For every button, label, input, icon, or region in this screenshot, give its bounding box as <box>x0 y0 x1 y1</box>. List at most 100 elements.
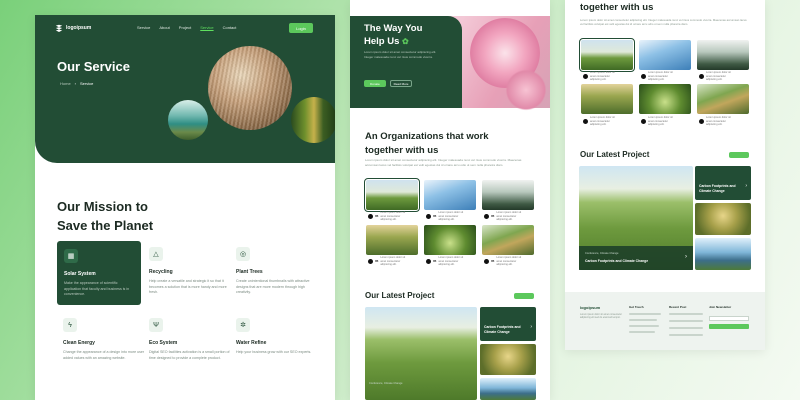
mission-title-line2: Save the Planet <box>57 218 154 233</box>
project-featured-sub: Conference, Climate Change <box>369 382 403 385</box>
project-side-card[interactable]: Carbon Footprints and Climate Change › <box>480 307 536 341</box>
avatar <box>699 118 704 124</box>
org-thumb[interactable] <box>579 38 635 72</box>
hero-title-line1: The Way You <box>364 23 423 34</box>
project-featured-sub: Conference, Climate Change <box>585 252 619 255</box>
org-thumb[interactable] <box>424 180 476 210</box>
project-side-image[interactable] <box>695 203 751 235</box>
service-desc: Digital SEO facilities activation is a s… <box>149 350 230 360</box>
nav-link-contact[interactable]: Contact <box>223 25 237 30</box>
avatar <box>583 73 588 79</box>
hero-title: The Way You Help Us ✿ <box>364 22 422 48</box>
footer-col-recent: Recent Post <box>669 305 687 309</box>
footer-recent-line[interactable] <box>669 313 703 315</box>
project-featured-image[interactable]: Conference, Climate Change Carbon Footpr… <box>579 166 693 270</box>
project-side-title: Carbon Footprints and Climate Change <box>699 184 736 193</box>
donate-button[interactable]: Donate <box>364 80 386 87</box>
org-thumb[interactable] <box>482 225 534 255</box>
organizations-page-panel: together with us Lorem ipsum dolor sit a… <box>565 0 765 350</box>
newsletter-email-input[interactable] <box>709 316 749 321</box>
footer-col-newsletter: Join Newsletter <box>709 305 732 309</box>
service-desc: Create unintentional thumbnails with att… <box>236 279 310 294</box>
org-caption: 05 Lorem ipsum dolor sit amet consectetur… <box>368 256 410 267</box>
org-caption-text: Lorem ipsum dolor sit amet consectetur a… <box>706 71 731 81</box>
org-thumb[interactable] <box>366 225 418 255</box>
org-caption-text: Lorem ipsum dolor sit amet consectetur a… <box>706 116 731 126</box>
org-thumb[interactable] <box>697 40 749 70</box>
service-desc: Help your business grow with our SEO exp… <box>236 350 312 354</box>
mission-title-line1: Our Mission to <box>57 199 148 214</box>
org-title-line2: together with us <box>365 145 439 156</box>
org-caption-text: Lorem ipsum dolor sit amet consectetur a… <box>380 256 406 266</box>
org-caption: 05 Lorem ipsum dolor sit amet consectetur… <box>368 211 410 222</box>
project-featured-title: Carbon Footprints and Climate Change <box>585 259 649 263</box>
gear-icon: ✲ <box>236 318 250 332</box>
project-side-image[interactable] <box>695 238 751 270</box>
org-thumb[interactable] <box>639 40 691 70</box>
org-caption-text: Lorem ipsum dolor sit amet consectetur a… <box>648 71 673 81</box>
nav-link-service-active[interactable]: Service <box>200 25 213 30</box>
brand-logo[interactable]: logoipsum <box>55 24 91 32</box>
breadcrumb-home[interactable]: Home <box>60 81 71 86</box>
project-featured-image[interactable]: Conference, Climate Change <box>365 307 477 400</box>
page-title: Our Service <box>57 59 130 74</box>
service-desc: Help create a versatile and strategic it… <box>149 279 227 294</box>
footer-touch-line <box>629 331 655 333</box>
org-thumb[interactable] <box>364 178 420 212</box>
login-button[interactable]: Login <box>289 23 313 33</box>
org-caption: 05 Lorem ipsum dolor sit amet consectetur… <box>426 211 468 222</box>
org-num: 05 <box>491 259 495 264</box>
avatar <box>426 213 431 219</box>
service-title: Water Refine <box>236 340 267 346</box>
org-thumb[interactable] <box>482 180 534 210</box>
view-all-button[interactable] <box>514 293 534 299</box>
org-caption: 05 Lorem ipsum dolor sit amet consectetur… <box>484 211 526 222</box>
mission-title: Our Mission to Save the Planet <box>57 197 153 235</box>
service-card-water-refine[interactable]: ✲ Water Refine Help your business grow w… <box>236 318 320 356</box>
org-caption-text: Lorem ipsum dolor sit amet consectetur a… <box>438 211 464 221</box>
chevron-right-icon[interactable]: › <box>530 324 532 330</box>
avatar <box>699 73 704 79</box>
logo-mark-icon <box>55 24 63 32</box>
chevron-right-icon[interactable]: › <box>685 254 687 260</box>
read-more-button[interactable]: Read More <box>390 80 412 87</box>
org-caption: 05 Lorem ipsum dolor sit amet consectetur… <box>484 256 526 267</box>
service-card-recycling[interactable]: △ Recycling Help create a versatile and … <box>149 247 233 296</box>
org-caption: Lorem ipsum dolor sit amet consectetur a… <box>583 116 620 127</box>
service-card-clean-energy[interactable]: ϟ Clean Energy Change the appearance of … <box>63 318 147 361</box>
project-side-image[interactable] <box>480 378 536 400</box>
org-caption: Lorem ipsum dolor sit amet consectetur a… <box>641 116 678 127</box>
avatar <box>484 213 489 219</box>
footer-recent-line[interactable] <box>669 334 703 336</box>
service-card-eco-system[interactable]: Ψ Eco System Digital SEO facilities acti… <box>149 318 233 361</box>
service-hero: logoipsum Service About Project Service … <box>35 15 335 163</box>
footer-recent-line[interactable] <box>669 327 703 329</box>
service-desc: Change the appearance of a design into m… <box>63 350 145 360</box>
org-thumb[interactable] <box>639 84 691 114</box>
org-thumb[interactable] <box>581 84 633 114</box>
org-caption-text: Lorem ipsum dolor sit amet consectetur a… <box>496 256 522 266</box>
subscribe-button[interactable] <box>709 324 749 329</box>
org-section-title: together with us <box>580 2 654 13</box>
breadcrumb-current: Service <box>80 81 94 86</box>
view-all-button[interactable] <box>729 152 749 158</box>
project-side-card[interactable]: Carbon Footprints and Climate Change › <box>695 166 751 200</box>
triangle-recycle-icon: △ <box>149 247 163 261</box>
org-caption-text: Lorem ipsum dolor sit amet consectetur a… <box>380 211 406 221</box>
footer-recent-line[interactable] <box>669 320 703 322</box>
org-caption: Lorem ipsum dolor sit amet consectetur a… <box>583 71 620 82</box>
org-thumb[interactable] <box>424 225 476 255</box>
service-card-plant-trees[interactable]: ◎ Plant Trees Create unintentional thumb… <box>236 247 320 296</box>
org-num: 05 <box>491 214 495 219</box>
footer-logo[interactable]: logoipsum <box>580 305 600 310</box>
service-card-solar[interactable]: ▦ Solar System Make the appearance of sc… <box>57 241 141 305</box>
chevron-right-icon[interactable]: › <box>745 183 747 189</box>
org-num: 05 <box>375 259 379 264</box>
service-desc: Make the appearance of scientific applic… <box>64 281 130 296</box>
nav-link-service[interactable]: Service <box>137 25 150 30</box>
nav-link-project[interactable]: Project <box>179 25 191 30</box>
org-thumb[interactable] <box>697 84 749 114</box>
project-side-image[interactable] <box>480 344 536 375</box>
avatar <box>368 213 373 219</box>
nav-link-about[interactable]: About <box>159 25 169 30</box>
